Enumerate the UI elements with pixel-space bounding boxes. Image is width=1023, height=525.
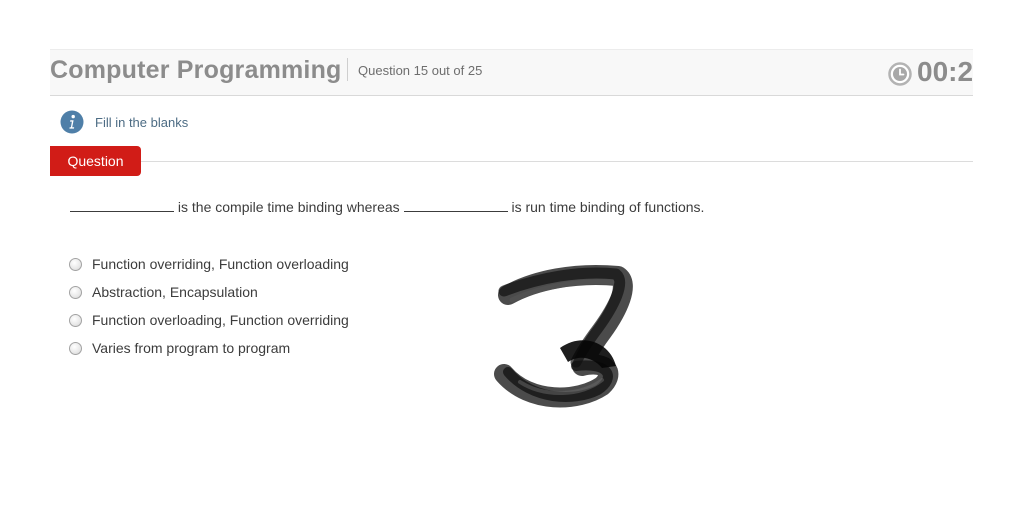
option-label[interactable]: Abstraction, Encapsulation	[92, 284, 258, 300]
countdown-timer: 00:2	[917, 56, 973, 87]
instruction-text: Fill in the blanks	[95, 115, 189, 130]
answer-blank-1	[70, 199, 174, 212]
quiz-header: Computer Programming Question 15 out of …	[50, 49, 973, 96]
radio-button[interactable]	[69, 286, 82, 299]
option-label[interactable]: Function overriding, Function overloadin…	[92, 256, 349, 272]
handwritten-three-annotation	[494, 264, 633, 408]
option-label[interactable]: Varies from program to program	[92, 340, 290, 356]
info-icon	[60, 110, 84, 134]
radio-button[interactable]	[69, 258, 82, 271]
question-text: is the compile time binding whereas is r…	[70, 199, 704, 215]
question-counter: Question 15 out of 25	[358, 63, 483, 78]
header-divider	[347, 58, 348, 81]
section-divider	[140, 161, 973, 162]
question-part-2: is run time binding of functions.	[511, 199, 705, 215]
option-label[interactable]: Function overloading, Function overridin…	[92, 312, 349, 328]
radio-button[interactable]	[69, 342, 82, 355]
clock-icon	[888, 62, 912, 86]
question-tab: Question	[50, 146, 141, 176]
question-part-1: is the compile time binding whereas	[177, 199, 400, 215]
quiz-page: Computer Programming Question 15 out of …	[0, 0, 1023, 525]
answer-blank-2	[403, 199, 508, 212]
radio-button[interactable]	[69, 314, 82, 327]
course-title: Computer Programming	[50, 56, 342, 84]
